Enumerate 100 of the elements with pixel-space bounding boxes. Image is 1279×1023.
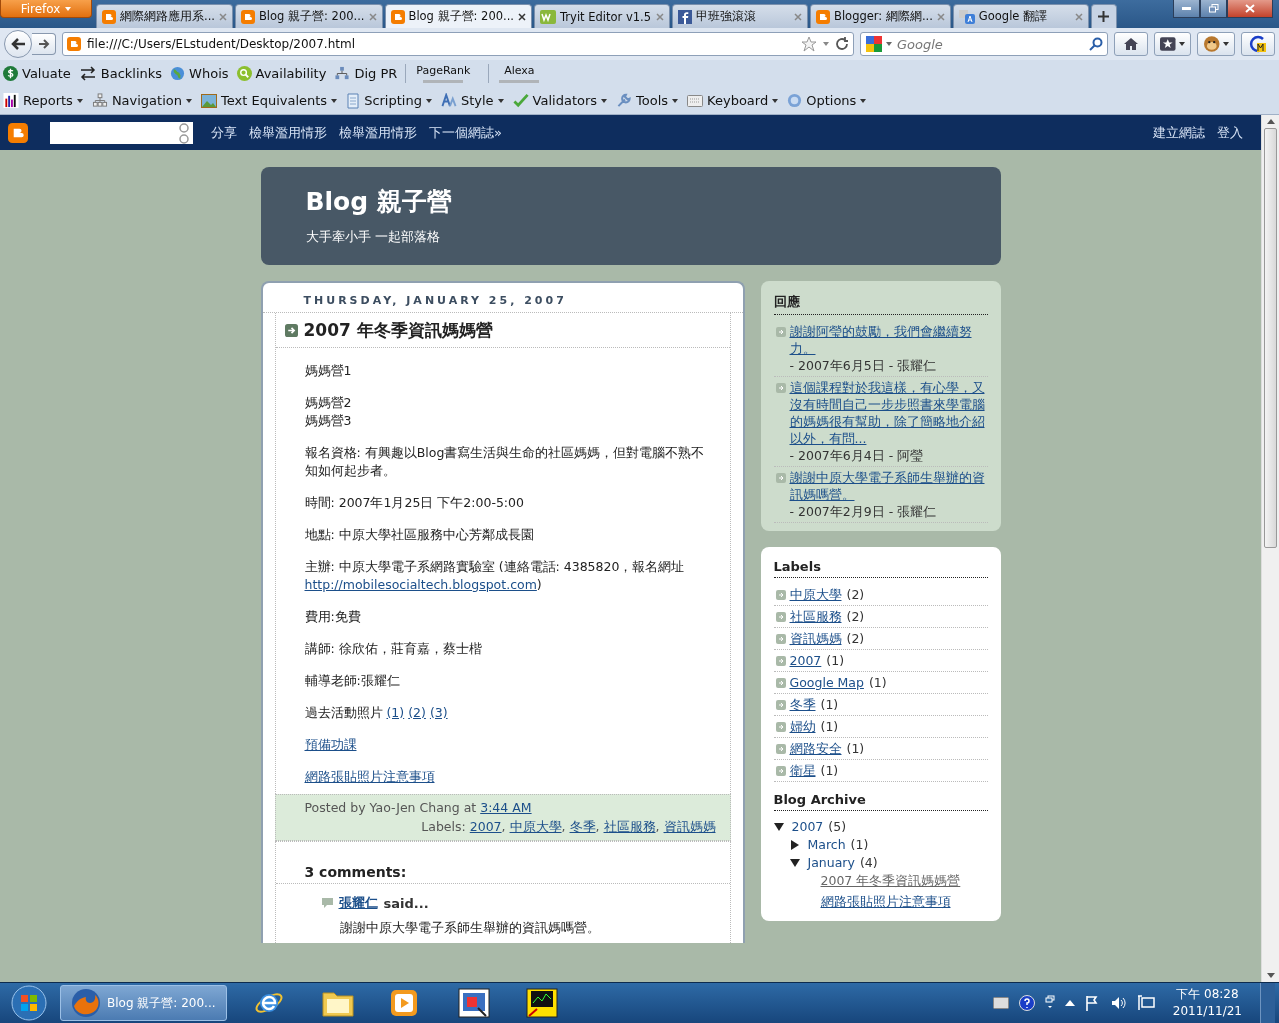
speaker-icon[interactable]: [1110, 995, 1127, 1011]
toolbar-button[interactable]: Backlinks: [78, 66, 163, 81]
label-link[interactable]: 2007: [469, 817, 502, 836]
label-link[interactable]: 中原大學: [789, 587, 842, 602]
restore-button[interactable]: [1200, 0, 1227, 18]
toolbar-button[interactable]: Dig PR: [334, 66, 398, 81]
blog-search-field[interactable]: [50, 121, 193, 144]
browser-tab[interactable]: Blogger: 網際網...: [810, 4, 951, 28]
label-link[interactable]: 婦幼: [789, 719, 816, 734]
address-bar[interactable]: file:///C:/Users/ELstudent/Desktop/2007.html: [62, 32, 854, 56]
search-field[interactable]: Google: [860, 32, 1108, 56]
close-icon[interactable]: [518, 12, 527, 21]
browser-tab[interactable]: Blog 親子營: 200...: [384, 4, 533, 28]
archive-link[interactable]: 2007 (5): [791, 819, 847, 834]
toolbar-menu[interactable]: Keyboard: [687, 93, 779, 108]
collapsed-triangle-icon[interactable]: [789, 839, 800, 850]
browser-tab[interactable]: Google 翻譯: [952, 4, 1089, 28]
recent-comment-meta: - 2007年6月5日 - 張耀仁: [789, 358, 937, 373]
arrow-bullet-icon: [775, 678, 786, 688]
minimize-button[interactable]: [1173, 0, 1200, 18]
toolbar-menu[interactable]: Navigation: [91, 93, 192, 108]
post-link[interactable]: (2): [408, 705, 426, 720]
post-time-link[interactable]: 3:44 AM: [480, 798, 532, 817]
label-count: (1): [826, 653, 845, 668]
toolbar-menu[interactable]: Tools: [616, 93, 679, 108]
scrollbar-thumb[interactable]: [1264, 128, 1277, 548]
label-link[interactable]: 資訊媽媽: [663, 817, 716, 836]
comment-author-link[interactable]: 張耀仁: [338, 894, 378, 912]
expanded-triangle-icon[interactable]: [773, 821, 784, 832]
navbar-link[interactable]: 檢舉濫用情形: [249, 123, 327, 142]
post-link[interactable]: (1): [386, 705, 405, 720]
toolbar-button[interactable]: Valuate: [3, 66, 71, 81]
bookmarks-button[interactable]: [1154, 32, 1191, 56]
home-icon: [1123, 37, 1139, 51]
keyboard-icon[interactable]: [992, 997, 1009, 1009]
scroll-down-icon[interactable]: [1266, 973, 1275, 978]
navbar-link[interactable]: 分享: [211, 123, 237, 142]
label-count: (1): [820, 697, 839, 712]
arrow-bullet-icon: [775, 327, 786, 337]
network-icon[interactable]: [1136, 995, 1155, 1011]
post-link[interactable]: 預備功課: [304, 736, 357, 754]
label-link[interactable]: 2007: [789, 653, 822, 668]
label-link[interactable]: 冬季: [569, 817, 596, 836]
label-link[interactable]: 社區服務: [789, 609, 842, 624]
arrow-bullet-icon: [775, 656, 786, 666]
new-tab-button[interactable]: [1090, 4, 1117, 28]
expanded-triangle-icon[interactable]: [789, 857, 800, 868]
label-link[interactable]: Google Map: [789, 675, 864, 690]
post-paragraph: 媽媽營1: [304, 362, 353, 380]
addon-button[interactable]: [1241, 32, 1275, 56]
recent-comment-link[interactable]: 謝謝中原大學電子系師生舉辦的資訊媽嗎營。: [789, 469, 988, 503]
navbar-link[interactable]: 建立網誌: [1153, 123, 1205, 142]
toolbar-menu[interactable]: Style: [440, 93, 504, 108]
post-paragraph: 過去活動照片 (1) (2) (3): [304, 704, 449, 722]
toolbar-button[interactable]: Availability: [236, 66, 327, 81]
toolbar-menu[interactable]: Text Equivalents: [201, 93, 338, 108]
label-link[interactable]: 中原大學: [509, 817, 562, 836]
archive-post-link[interactable]: 網路張貼照片注意事項: [789, 892, 988, 913]
scroll-up-icon[interactable]: [1266, 119, 1275, 124]
browser-tab[interactable]: Tryit Editor v1.5: [534, 4, 671, 28]
archive-post-link[interactable]: 2007 年冬季資訊媽媽營: [789, 871, 988, 892]
comments-heading: 3 comments:: [275, 864, 730, 884]
rank-meter[interactable]: Alexa: [488, 64, 550, 83]
label-link[interactable]: 社區服務: [603, 817, 656, 836]
label-link[interactable]: 冬季: [789, 697, 816, 712]
toolbar-menu[interactable]: Reports: [3, 93, 83, 108]
toolbar-menu[interactable]: Scripting: [346, 92, 432, 109]
label-link[interactable]: 資訊媽媽: [789, 631, 842, 646]
reload-icon[interactable]: [835, 37, 849, 51]
toolbar-button[interactable]: Whois: [170, 66, 229, 81]
forward-button[interactable]: [32, 33, 56, 55]
post-paragraph: 報名資格: 有興趣以Blog書寫生活與生命的社區媽媽，但對電腦不熟不知如何起步者。: [304, 444, 706, 480]
navbar-link[interactable]: 登入: [1217, 123, 1243, 142]
back-button[interactable]: [4, 30, 32, 58]
post-link[interactable]: (3): [429, 705, 448, 720]
archive-link[interactable]: January (4): [807, 855, 878, 870]
toolbar-menu[interactable]: Options: [787, 93, 867, 108]
recent-comment-link[interactable]: 謝謝阿瑩的鼓勵，我們會繼續努力。: [789, 323, 988, 357]
home-button[interactable]: [1114, 32, 1148, 56]
help-icon[interactable]: [1018, 995, 1035, 1011]
label-link[interactable]: 衛星: [789, 763, 816, 778]
navbar-link[interactable]: 檢舉濫用情形: [339, 123, 417, 142]
browser-tab[interactable]: 甲班強滾滾: [672, 4, 809, 28]
post-link[interactable]: http://mobilesocialtech.blogspot.com: [304, 577, 537, 592]
star-icon[interactable]: [801, 36, 817, 52]
archive-link[interactable]: March (1): [807, 837, 869, 852]
clock[interactable]: 下午 08:28 2011/11/21: [1164, 986, 1250, 1020]
label-link[interactable]: 網路安全: [789, 741, 842, 756]
blogger-icon: [816, 9, 831, 24]
browser-tab[interactable]: 網際網路應用系...: [96, 4, 233, 28]
blogger-logo-icon[interactable]: [8, 122, 28, 143]
show-hidden-icons-icon[interactable]: [1064, 1000, 1075, 1006]
recent-comment-link[interactable]: 這個課程對於我這樣，有心學，又沒有時間自己一步步照書來學電腦的媽媽很有幫助，除了簡略地介紹以外，有問...: [789, 379, 988, 447]
toolbar-menu[interactable]: Validators: [512, 93, 608, 108]
post-link[interactable]: 網路張貼照片注意事項: [304, 768, 435, 786]
close-button[interactable]: [1227, 0, 1273, 18]
greasemonkey-button[interactable]: [1196, 32, 1235, 56]
rank-meter[interactable]: PageRank: [405, 64, 481, 83]
navbar-link[interactable]: 下一個網誌»: [429, 123, 502, 142]
browser-tab[interactable]: Blog 親子營: 200...: [234, 4, 383, 28]
